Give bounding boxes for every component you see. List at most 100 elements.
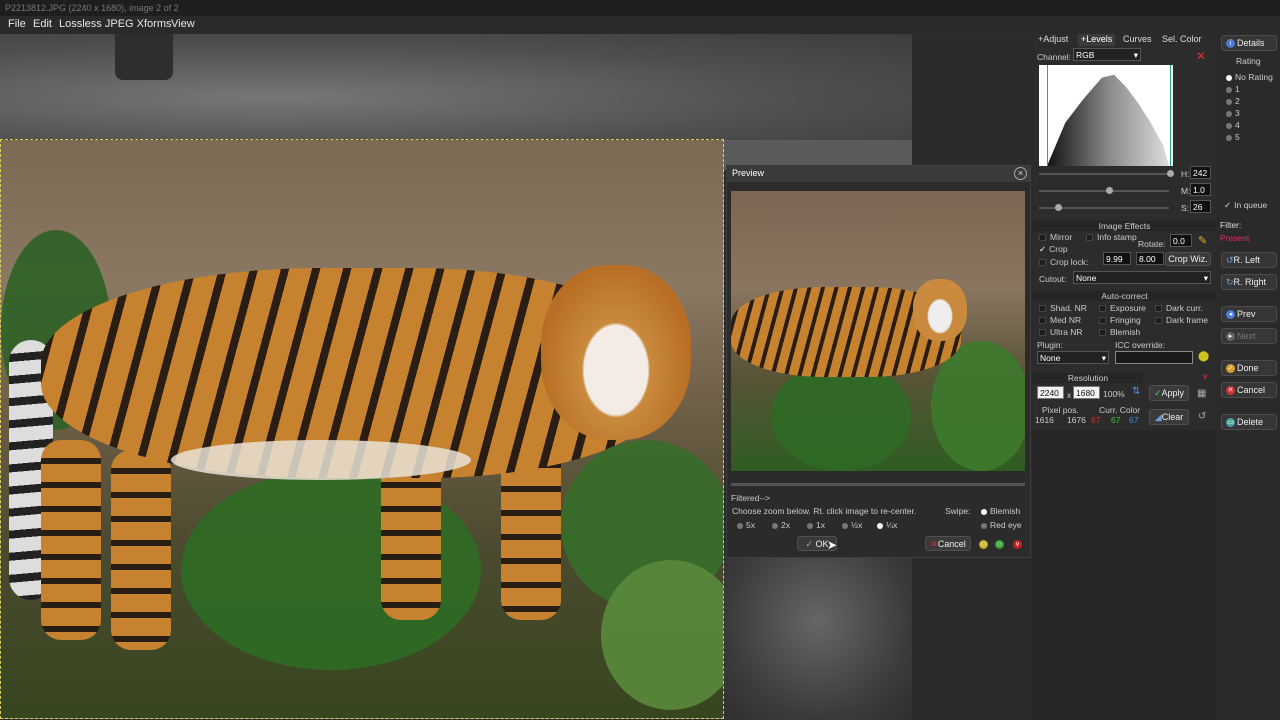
tab-levels[interactable]: +Levels: [1078, 34, 1116, 46]
lock-icon[interactable]: ⇅: [1132, 386, 1140, 397]
crop-lock-checkbox[interactable]: Crop lock:: [1039, 257, 1088, 267]
h-value[interactable]: 242: [1190, 166, 1211, 179]
crop-checkbox[interactable]: ✓ Crop: [1039, 244, 1068, 255]
blemish-checkbox[interactable]: Blemish: [1099, 327, 1140, 337]
res-height-field[interactable]: 1680: [1073, 386, 1100, 399]
zoom-5x-radio[interactable]: 5x: [737, 520, 755, 530]
fringing-checkbox[interactable]: Fringing: [1099, 315, 1141, 325]
cancel-button[interactable]: ✕Cancel: [925, 536, 971, 551]
rotate-left-icon: ↺: [1226, 255, 1234, 265]
cancel-right-button[interactable]: ✕ Cancel: [1221, 382, 1277, 398]
midtone-slider[interactable]: [1039, 187, 1169, 194]
chevron-down-icon: ▾: [1133, 50, 1138, 60]
rating-1[interactable]: 1: [1226, 84, 1240, 94]
color-b: 67: [1129, 415, 1139, 425]
menu-file[interactable]: File: [8, 18, 26, 30]
zoom-quarter-radio[interactable]: ¼x: [877, 520, 897, 530]
menu-edit[interactable]: Edit: [33, 18, 52, 30]
med-nr-checkbox[interactable]: Med NR: [1039, 315, 1081, 325]
ultra-nr-checkbox[interactable]: Ultra NR: [1039, 327, 1083, 337]
close-icon[interactable]: ×: [1014, 167, 1027, 180]
dark-curr-checkbox[interactable]: Dark curr.: [1155, 303, 1203, 313]
rating-3[interactable]: 3: [1226, 108, 1240, 118]
preview-image[interactable]: [731, 191, 1025, 471]
shad-nr-checkbox[interactable]: Shad. NR: [1039, 303, 1087, 313]
cancel-label: Cancel: [937, 539, 966, 549]
done-button[interactable]: ✓ Done: [1221, 360, 1277, 376]
channel-select[interactable]: RGB ▾: [1073, 48, 1141, 61]
arrow-left-icon: ◂: [1226, 310, 1235, 320]
s-value[interactable]: 26: [1190, 200, 1211, 213]
mirror-checkbox[interactable]: Mirror: [1039, 232, 1072, 242]
close-icon[interactable]: ✕: [1196, 49, 1206, 63]
m-value[interactable]: 1.0: [1190, 183, 1211, 196]
med-nr-label: Med NR: [1050, 315, 1082, 325]
crop-height-field[interactable]: 8.00: [1136, 252, 1164, 265]
shadow-slider[interactable]: [1039, 204, 1169, 211]
exposure-checkbox[interactable]: Exposure: [1099, 303, 1146, 313]
arrow-right-icon: ▸: [1226, 332, 1235, 342]
smiley-icon[interactable]: ☺: [979, 540, 988, 549]
swipe-redeye-label: Red eye: [990, 520, 1022, 530]
green-face-icon[interactable]: ☺: [995, 540, 1004, 549]
menu-lossless-jpeg-xforms[interactable]: Lossless JPEG Xforms: [59, 18, 171, 30]
res-width-field[interactable]: 2240: [1037, 386, 1064, 399]
crop-wizard-button[interactable]: Crop Wiz.: [1165, 252, 1211, 266]
rating-4[interactable]: 4: [1226, 120, 1240, 130]
color-g: 67: [1111, 415, 1121, 425]
rating-no-rating[interactable]: No Rating: [1226, 72, 1273, 82]
dark-frame-checkbox[interactable]: Dark frame: [1155, 315, 1208, 325]
zoom-1x-radio[interactable]: 1x: [807, 520, 825, 530]
cutout-select[interactable]: None ▾: [1073, 271, 1211, 284]
tiger-photo-crop-region[interactable]: [0, 139, 724, 719]
next-button[interactable]: ▸ Next: [1221, 328, 1277, 344]
plugin-select[interactable]: None ▾: [1037, 351, 1109, 364]
zoom-2x-radio[interactable]: 2x: [772, 520, 790, 530]
rating-2[interactable]: 2: [1226, 96, 1240, 106]
menu-view[interactable]: View: [171, 18, 195, 30]
rotate-right-button[interactable]: ↻R. Right: [1221, 274, 1277, 290]
image-effects-heading: Image Effects: [1033, 221, 1216, 231]
swipe-blemish-radio[interactable]: Blemish: [981, 506, 1020, 516]
pencil-icon[interactable]: ✎: [1198, 234, 1207, 247]
icc-override-field[interactable]: [1115, 351, 1193, 364]
swipe-redeye-radio[interactable]: Red eye: [981, 520, 1022, 530]
rating-2-label: 2: [1235, 96, 1240, 106]
tab-adjust[interactable]: +Adjust: [1038, 34, 1068, 46]
rotate-left-button[interactable]: ↺R. Left: [1221, 252, 1277, 268]
folder-icon[interactable]: ⬤: [1198, 351, 1209, 362]
undo-icon[interactable]: ↺: [1198, 411, 1206, 422]
check-icon: ✓: [1153, 388, 1162, 398]
in-queue-checkbox[interactable]: ✓ In queue: [1224, 200, 1267, 211]
pixel-pos-label: Pixel pos.: [1042, 405, 1079, 415]
rating-5[interactable]: 5: [1226, 132, 1240, 142]
tab-sel-color[interactable]: Sel. Color: [1162, 34, 1202, 46]
clear-button[interactable]: ◢Clear: [1149, 409, 1189, 425]
preview-title: Preview: [727, 166, 1030, 182]
details-button[interactable]: i Details: [1221, 35, 1277, 51]
red-v-icon[interactable]: v: [1013, 540, 1022, 549]
grid-icon[interactable]: ▦: [1197, 388, 1206, 399]
red-v-icon[interactable]: v: [1203, 371, 1208, 381]
cropped-out-area: [0, 34, 912, 140]
highlight-slider[interactable]: [1039, 170, 1174, 177]
done-icon: ✓: [1226, 364, 1235, 374]
info-stamp-checkbox[interactable]: Info stamp: [1086, 232, 1137, 242]
window-title: P2213812.JPG (2240 x 1680), image 2 of 2: [0, 0, 1280, 16]
info-icon: i: [1226, 39, 1235, 49]
zoom-half-radio[interactable]: ½x: [842, 520, 862, 530]
apply-button[interactable]: ✓Apply: [1149, 385, 1189, 401]
details-label: Details: [1237, 38, 1265, 48]
rotate-value[interactable]: 0.0: [1170, 234, 1192, 247]
rating-5-label: 5: [1235, 132, 1240, 142]
prev-button[interactable]: ◂ Prev: [1221, 306, 1277, 322]
filter-label: Filter:: [1220, 220, 1242, 230]
delete-button[interactable]: ▭ Delete: [1221, 414, 1277, 430]
clear-label: Clear: [1161, 412, 1184, 422]
x-icon: ✕: [1226, 386, 1235, 396]
preview-scrollbar[interactable]: [731, 483, 1025, 486]
cancel-right-label: Cancel: [1237, 385, 1266, 395]
prev-label: Prev: [1237, 309, 1256, 319]
crop-width-field[interactable]: 9.99: [1103, 252, 1131, 265]
tab-curves[interactable]: Curves: [1123, 34, 1152, 46]
